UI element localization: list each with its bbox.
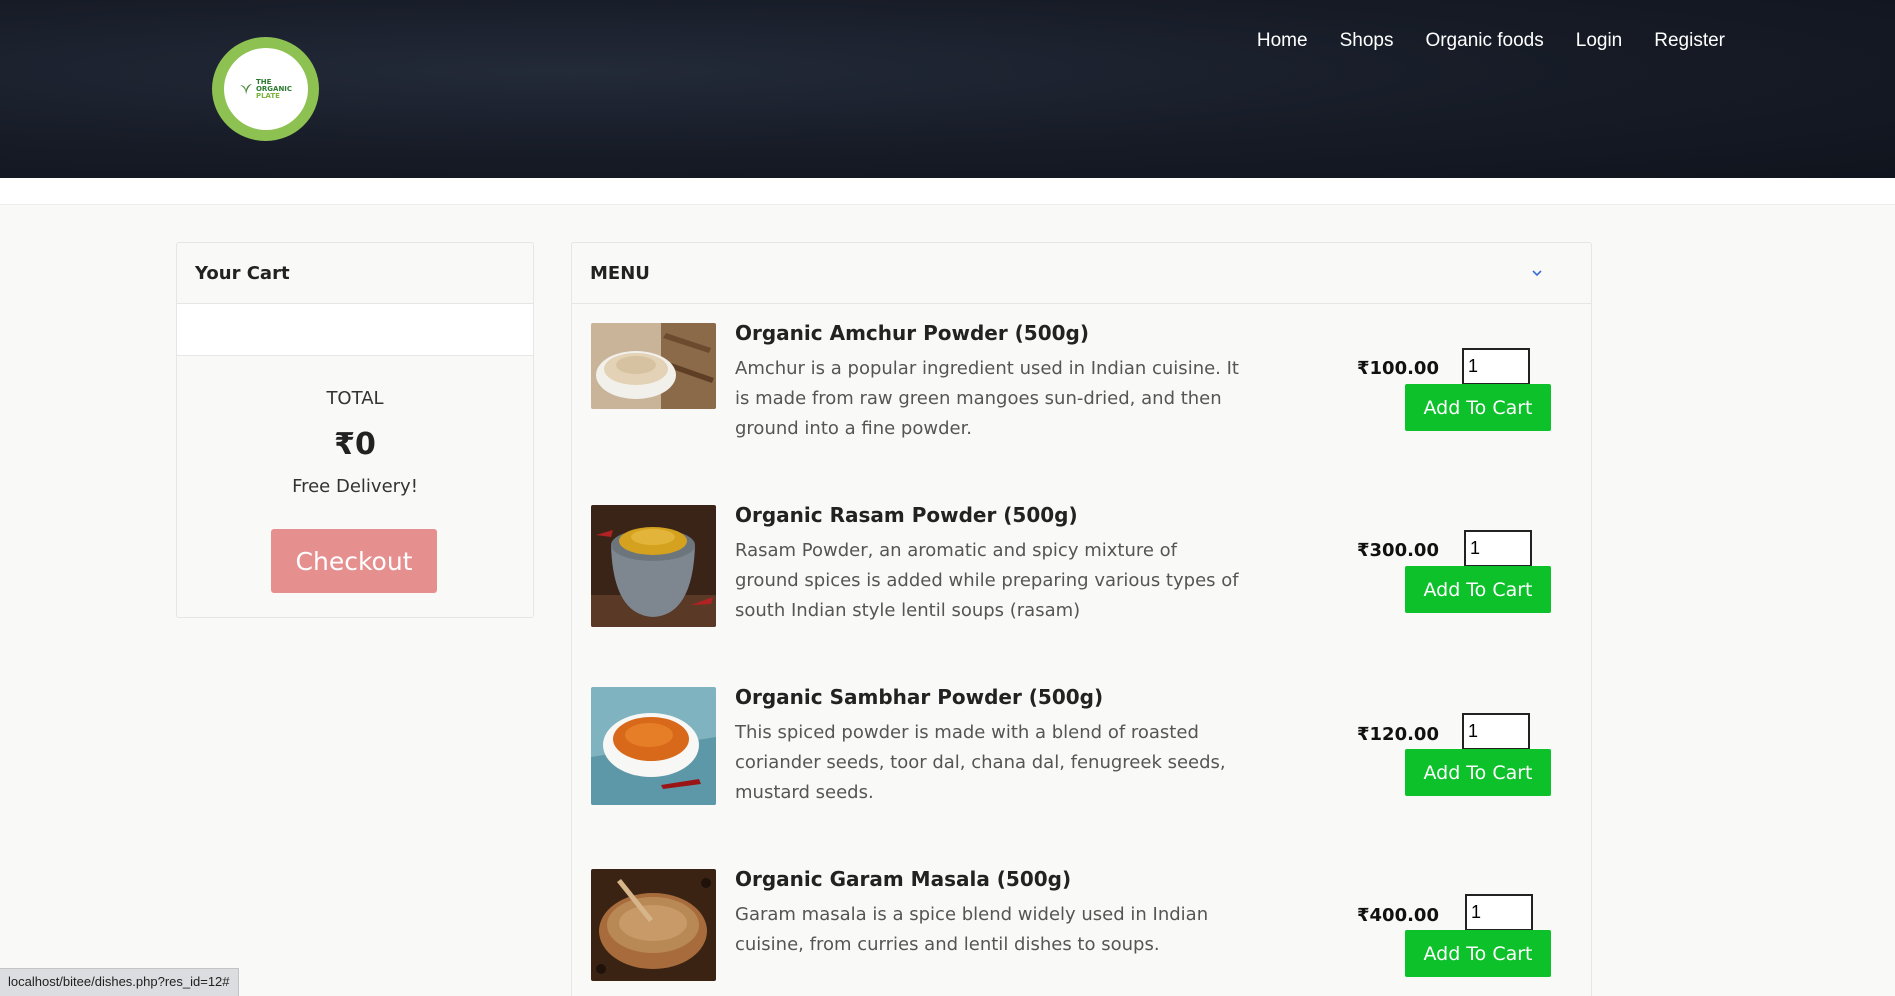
logo-badge: THE ORGANIC PLATE [223, 48, 308, 130]
item-description: Amchur is a popular ingredient used in I… [735, 358, 1239, 439]
add-to-cart-button[interactable]: Add To Cart [1405, 930, 1551, 977]
sub-bar [0, 178, 1895, 205]
quantity-input[interactable] [1464, 530, 1532, 567]
item-title: Organic Rasam Powder (500g) [735, 503, 1078, 527]
organic-plate-logo[interactable]: THE ORGANIC PLATE [212, 37, 319, 141]
nav-login[interactable]: Login [1576, 30, 1623, 52]
add-to-cart-button[interactable]: Add To Cart [1405, 384, 1551, 431]
nav-register[interactable]: Register [1654, 30, 1725, 52]
item-price: ₹120.00 [1357, 724, 1439, 745]
item-title: Organic Garam Masala (500g) [735, 867, 1072, 891]
nav-home[interactable]: Home [1257, 30, 1308, 52]
item-description: This spiced powder is made with a blend … [735, 722, 1226, 803]
menu-item: Organic Sambhar Powder (500g) This spice… [572, 685, 1591, 845]
amchur-powder-image [591, 323, 716, 409]
item-price: ₹400.00 [1357, 905, 1439, 926]
menu-header[interactable]: MENU [572, 243, 1591, 304]
delivery-note: Free Delivery! [292, 476, 418, 497]
nav-organic-foods[interactable]: Organic foods [1425, 30, 1543, 52]
rasam-powder-image [591, 505, 716, 627]
cart-total-value: ₹0 [334, 427, 376, 462]
item-price: ₹300.00 [1357, 540, 1439, 561]
menu-item: Organic Garam Masala (500g) Garam masala… [572, 867, 1591, 996]
quantity-input[interactable] [1462, 348, 1530, 385]
menu-panel: MENU Organic Amchur Powder (500g) Amchur… [571, 242, 1592, 996]
item-title: Organic Sambhar Powder (500g) [735, 685, 1104, 709]
add-to-cart-button[interactable]: Add To Cart [1405, 749, 1551, 796]
leaf-icon [239, 84, 252, 95]
menu-title: MENU [590, 263, 650, 284]
sambhar-powder-image [591, 687, 716, 805]
main-nav: Home Shops Organic foods Login Register [1257, 30, 1725, 52]
cart-items-list [177, 304, 533, 356]
cart-title: Your Cart [177, 243, 533, 304]
add-to-cart-button[interactable]: Add To Cart [1405, 566, 1551, 613]
menu-item: Organic Amchur Powder (500g) Amchur is a… [572, 321, 1591, 481]
item-description: Rasam Powder, an aromatic and spicy mixt… [735, 540, 1239, 621]
cart-panel: Your Cart TOTAL ₹0 Free Delivery! Checko… [176, 242, 534, 618]
item-price: ₹100.00 [1357, 358, 1439, 379]
garam-masala-image [591, 869, 716, 981]
cart-total-label: TOTAL [326, 388, 384, 409]
browser-status-url: localhost/bitee/dishes.php?res_id=12# [0, 968, 239, 996]
quantity-input[interactable] [1465, 894, 1533, 931]
item-title: Organic Amchur Powder (500g) [735, 321, 1089, 345]
quantity-input[interactable] [1462, 713, 1530, 750]
menu-item: Organic Rasam Powder (500g) Rasam Powder… [572, 503, 1591, 663]
item-description: Garam masala is a spice blend widely use… [735, 904, 1209, 955]
logo-line-3: PLATE [255, 91, 280, 100]
checkout-button[interactable]: Checkout [271, 529, 437, 593]
nav-shops[interactable]: Shops [1340, 30, 1394, 52]
chevron-down-icon[interactable] [1531, 267, 1543, 279]
logo-text: THE ORGANIC PLATE [255, 78, 292, 100]
site-header: THE ORGANIC PLATE Home Shops Organic foo… [0, 0, 1895, 178]
